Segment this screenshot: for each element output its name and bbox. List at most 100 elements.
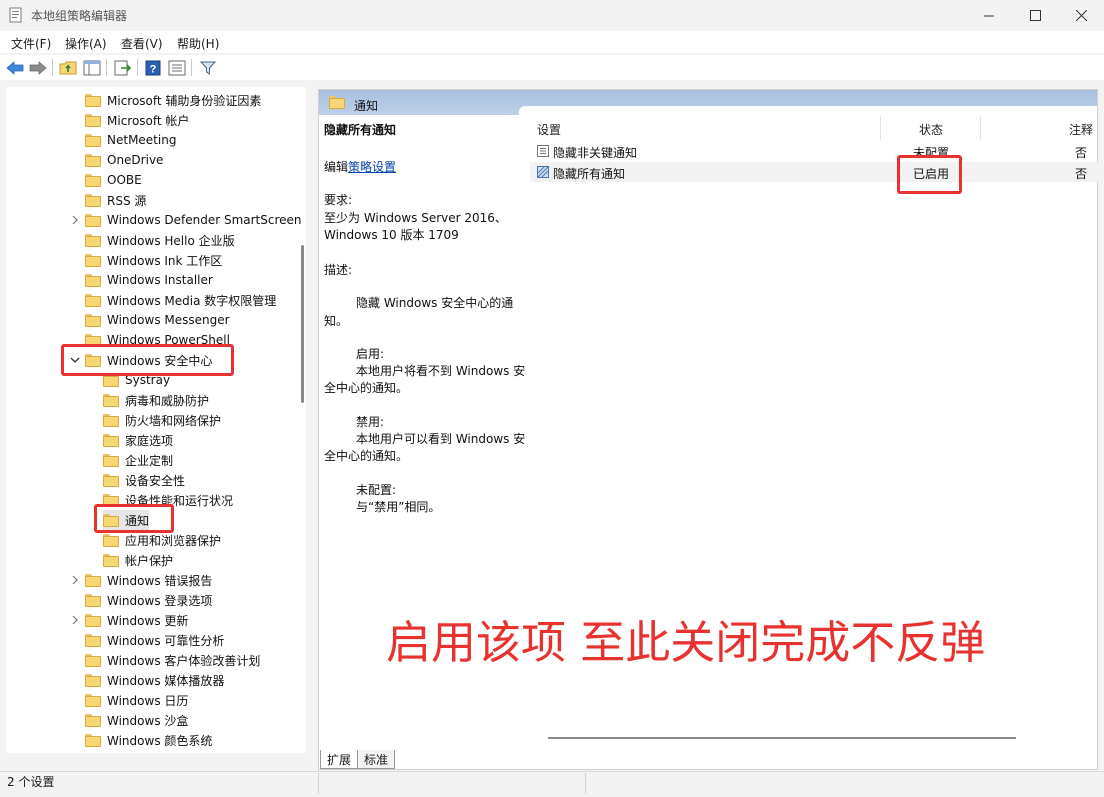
list-horizontal-scrollbar[interactable] <box>548 737 1016 739</box>
folder-icon <box>103 473 119 487</box>
column-header-comment[interactable]: 注释 <box>1069 121 1093 138</box>
chevron-right-icon[interactable] <box>70 215 80 225</box>
tree-item-label: Windows 媒体播放器 <box>107 673 225 688</box>
filter-button[interactable] <box>197 57 218 78</box>
tree-item[interactable]: Windows Messenger <box>85 310 230 330</box>
menu-action[interactable]: 操作(A) <box>65 35 107 52</box>
tree-item[interactable]: Windows Installer <box>85 270 213 290</box>
column-divider[interactable] <box>880 116 881 140</box>
menu-help[interactable]: 帮助(H) <box>177 35 219 52</box>
folder-icon <box>85 733 101 747</box>
close-button[interactable] <box>1058 0 1104 31</box>
tree-item-label: Windows Installer <box>107 273 213 287</box>
tree-item[interactable]: Windows 客户体验改善计划 <box>85 650 260 670</box>
column-header-setting[interactable]: 设置 <box>537 121 561 138</box>
folder-icon <box>103 533 119 547</box>
tree-item[interactable]: Windows 错误报告 <box>72 570 212 590</box>
export-list-icon <box>114 60 131 75</box>
not-configured-label: 未配置: <box>356 483 397 497</box>
column-divider[interactable] <box>980 116 981 140</box>
tree-item[interactable]: Windows 媒体播放器 <box>85 670 224 690</box>
highlight-box-security-center <box>61 344 234 376</box>
maximize-button[interactable] <box>1012 0 1058 31</box>
tree-item[interactable]: 企业定制 <box>103 450 173 470</box>
up-folder-icon <box>59 61 76 75</box>
policy-setting-icon <box>537 145 549 157</box>
tab-extended[interactable]: 扩展 <box>320 750 359 769</box>
tree-item-label: 病毒和威胁防护 <box>125 393 210 408</box>
tree-item[interactable]: NetMeeting <box>85 130 176 150</box>
tree-item[interactable]: Windows 日历 <box>85 690 188 710</box>
help-button[interactable]: ? <box>142 57 163 78</box>
tree-item[interactable]: 设备安全性 <box>103 470 185 490</box>
tree-item[interactable]: Windows 可靠性分析 <box>85 630 224 650</box>
back-arrow-icon <box>5 60 23 75</box>
tree-item[interactable]: Windows Hello 企业版 <box>85 230 235 250</box>
description-line: 知。 <box>324 314 349 328</box>
forward-button[interactable] <box>27 57 48 78</box>
tree-item-label: 应用和浏览器保护 <box>125 533 222 548</box>
export-list-button[interactable] <box>112 57 133 78</box>
tree-pane[interactable]: Microsoft 辅助身份验证因素 Microsoft 帐户 NetMeeting… <box>6 87 306 753</box>
chevron-right-icon[interactable] <box>70 615 80 625</box>
folder-icon <box>85 593 101 607</box>
tree-item[interactable]: Microsoft 帐户 <box>85 110 189 130</box>
up-button[interactable] <box>57 57 78 78</box>
folder-icon <box>85 233 101 247</box>
tree-item-label: Microsoft 帐户 <box>107 113 190 128</box>
tree-item[interactable]: OneDrive <box>85 150 163 170</box>
tree-item[interactable]: Windows 登录选项 <box>85 590 212 610</box>
back-button[interactable] <box>4 57 25 78</box>
tree-item[interactable]: 病毒和威胁防护 <box>103 390 209 410</box>
folder-icon <box>85 673 101 687</box>
tree-item-label: Windows Ink 工作区 <box>107 253 223 268</box>
tree-item[interactable]: OOBE <box>85 170 142 190</box>
folder-icon <box>103 453 119 467</box>
tree-item-label: 帐户保护 <box>125 553 174 568</box>
folder-icon <box>103 553 119 567</box>
tree-item[interactable]: 帐户保护 <box>103 550 173 570</box>
show-hide-tree-icon <box>83 60 100 75</box>
policy-editor-icon <box>9 7 23 23</box>
tree-item-label: Windows 更新 <box>107 613 189 628</box>
tree-item-label: 设备安全性 <box>125 473 186 488</box>
menu-view[interactable]: 查看(V) <box>121 35 163 52</box>
requirements-line: 至少为 Windows Server 2016、 <box>324 211 507 225</box>
tree-item-label: RSS 源 <box>107 193 147 208</box>
edit-policy-link[interactable]: 策略设置 <box>348 160 396 174</box>
requirements-line: Windows 10 版本 1709 <box>324 228 459 242</box>
menu-bar <box>0 31 1104 53</box>
tab-standard[interactable]: 标准 <box>357 750 396 769</box>
tree-item[interactable]: 防火墙和网络保护 <box>103 410 221 430</box>
tree-item[interactable]: Windows Defender SmartScreen <box>72 210 302 230</box>
tree-item[interactable]: 应用和浏览器保护 <box>103 530 221 550</box>
tree-scrollbar[interactable] <box>301 245 304 403</box>
tree-item-label: OneDrive <box>107 153 164 167</box>
show-hide-tree-button[interactable] <box>81 57 102 78</box>
tree-item-label: Windows Media 数字权限管理 <box>107 293 277 308</box>
minimize-button[interactable] <box>966 0 1012 31</box>
tree-item[interactable]: 家庭选项 <box>103 430 173 450</box>
tree-item[interactable]: Windows Media 数字权限管理 <box>85 290 276 310</box>
folder-icon <box>103 393 119 407</box>
properties-button[interactable] <box>166 57 187 78</box>
tree-item-label: 防火墙和网络保护 <box>125 413 222 428</box>
tree-item[interactable]: Windows 沙盒 <box>85 710 188 730</box>
policy-title: 隐藏所有通知 <box>324 123 397 137</box>
row-setting: 隐藏所有通知 <box>553 167 626 181</box>
tree-item[interactable]: Microsoft 辅助身份验证因素 <box>85 90 261 110</box>
menu-file[interactable]: 文件(F) <box>11 35 51 52</box>
filter-icon <box>199 61 216 75</box>
enabled-label: 启用: <box>356 347 385 361</box>
column-header-state[interactable]: 状态 <box>919 121 943 138</box>
tree-item[interactable]: Windows 颜色系统 <box>85 730 212 750</box>
tree-item[interactable]: Windows 更新 <box>72 610 189 630</box>
chevron-right-icon[interactable] <box>70 575 80 585</box>
svg-text:?: ? <box>149 63 156 75</box>
tree-item-label: 家庭选项 <box>125 433 174 448</box>
tree-item[interactable]: Windows Ink 工作区 <box>85 250 222 270</box>
tree-item-label: Microsoft 辅助身份验证因素 <box>107 93 262 108</box>
tree-item[interactable]: RSS 源 <box>85 190 146 210</box>
tree-horizontal-scrollbar[interactable] <box>8 757 302 769</box>
folder-icon <box>103 413 119 427</box>
